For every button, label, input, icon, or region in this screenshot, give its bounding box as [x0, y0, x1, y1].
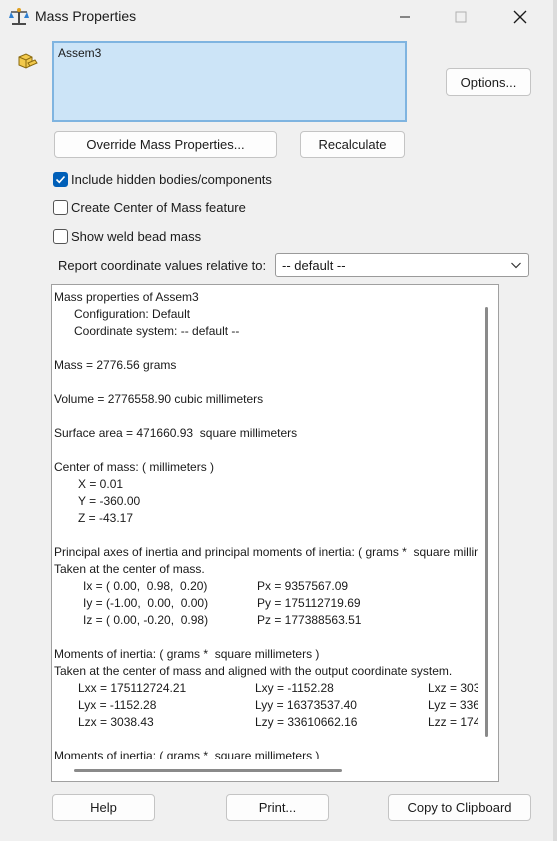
lxy-line: Lxy = -1152.28	[255, 681, 334, 695]
show-weld-label: Show weld bead mass	[71, 229, 202, 244]
title-bar[interactable]: Mass Properties	[0, 0, 553, 34]
lyx-line: Lyx = -1152.28	[78, 698, 157, 712]
recalculate-button[interactable]: Recalculate	[300, 131, 405, 158]
configuration-line: Configuration: Default	[74, 307, 191, 321]
help-button[interactable]: Help	[52, 794, 155, 821]
com-y-line: Y = -360.00	[78, 494, 141, 508]
chevron-down-icon	[511, 262, 521, 269]
coordinate-system-select[interactable]: -- default --	[275, 253, 529, 277]
show-weld-checkbox-row[interactable]: Show weld bead mass	[53, 229, 201, 244]
print-button[interactable]: Print...	[226, 794, 329, 821]
lxz-line: Lxz = 3038.43	[428, 681, 478, 695]
iz-line: Iz = ( 0.00, -0.20, 0.98)	[83, 613, 209, 627]
minimize-button[interactable]	[382, 0, 428, 34]
horizontal-scroll-thumb[interactable]	[74, 769, 342, 772]
principal-axes-subheader: Taken at the center of mass.	[54, 562, 205, 576]
vertical-scroll-thumb[interactable]	[485, 307, 488, 737]
coordinate-system-line: Coordinate system: -- default --	[74, 324, 240, 338]
create-com-checkbox-row[interactable]: Create Center of Mass feature	[53, 200, 246, 215]
include-hidden-checkbox[interactable]	[53, 172, 68, 187]
results-textbox[interactable]: Mass properties of Assem3 Configuration:…	[51, 284, 499, 782]
override-mass-properties-button[interactable]: Override Mass Properties...	[54, 131, 277, 158]
mass-properties-scale-icon	[9, 8, 29, 25]
report-coordinates-label: Report coordinate values relative to:	[58, 258, 267, 273]
options-button[interactable]: Options...	[446, 68, 531, 96]
lxx-line: Lxx = 175112724.21	[78, 681, 187, 695]
iy-line: Iy = (-1.00, 0.00, 0.00)	[83, 596, 209, 610]
minimize-icon	[400, 16, 410, 18]
maximize-icon	[455, 11, 467, 23]
mass-properties-dialog: Mass Properties Assem3 Options... Overri…	[0, 0, 554, 841]
include-hidden-label: Include hidden bodies/components	[71, 172, 272, 187]
coordinate-system-value: -- default --	[282, 258, 346, 273]
window-title: Mass Properties	[35, 8, 137, 24]
py-line: Py = 175112719.69	[257, 596, 361, 610]
selection-item[interactable]: Assem3	[58, 46, 101, 60]
com-x-line: X = 0.01	[78, 477, 124, 491]
results-content: Mass properties of Assem3 Configuration:…	[54, 289, 478, 759]
copy-to-clipboard-button[interactable]: Copy to Clipboard	[388, 794, 531, 821]
pz-line: Pz = 177388563.51	[257, 613, 362, 627]
moments-header: Moments of inertia: ( grams * square mil…	[54, 647, 320, 661]
vertical-scrollbar[interactable]	[478, 285, 498, 761]
show-weld-checkbox[interactable]	[53, 229, 68, 244]
close-button[interactable]	[497, 0, 543, 34]
create-com-label: Create Center of Mass feature	[71, 200, 246, 215]
lyz-line: Lyz = 33610662.16	[428, 698, 478, 712]
lyy-line: Lyy = 16373537.40	[255, 698, 357, 712]
moments-header-2: Moments of inertia: ( grams * square mil…	[54, 749, 320, 759]
moments-subheader: Taken at the center of mass and aligned …	[54, 664, 453, 678]
results-header: Mass properties of Assem3	[54, 290, 199, 304]
lzz-line: Lzz = 174...	[428, 715, 478, 729]
com-z-line: Z = -43.17	[78, 511, 134, 525]
lzx-line: Lzx = 3038.43	[78, 715, 154, 729]
include-hidden-checkbox-row[interactable]: Include hidden bodies/components	[53, 172, 272, 187]
horizontal-scrollbar[interactable]	[52, 763, 498, 781]
background-window-edge	[553, 0, 557, 841]
lzy-line: Lzy = 33610662.16	[255, 715, 358, 729]
surface-area-line: Surface area = 471660.93 square millimet…	[54, 426, 298, 440]
ix-line: Ix = ( 0.00, 0.98, 0.20)	[83, 579, 208, 593]
px-line: Px = 9357567.09	[257, 579, 349, 593]
principal-axes-header: Principal axes of inertia and principal …	[54, 545, 478, 559]
assembly-icon	[18, 53, 38, 69]
create-com-checkbox[interactable]	[53, 200, 68, 215]
volume-line: Volume = 2776558.90 cubic millimeters	[54, 392, 264, 406]
checkmark-icon	[55, 175, 66, 184]
close-icon	[513, 10, 527, 24]
mass-line: Mass = 2776.56 grams	[54, 358, 177, 372]
center-of-mass-header: Center of mass: ( millimeters )	[54, 460, 215, 474]
maximize-button[interactable]	[438, 0, 484, 34]
selection-list[interactable]: Assem3	[52, 41, 407, 122]
